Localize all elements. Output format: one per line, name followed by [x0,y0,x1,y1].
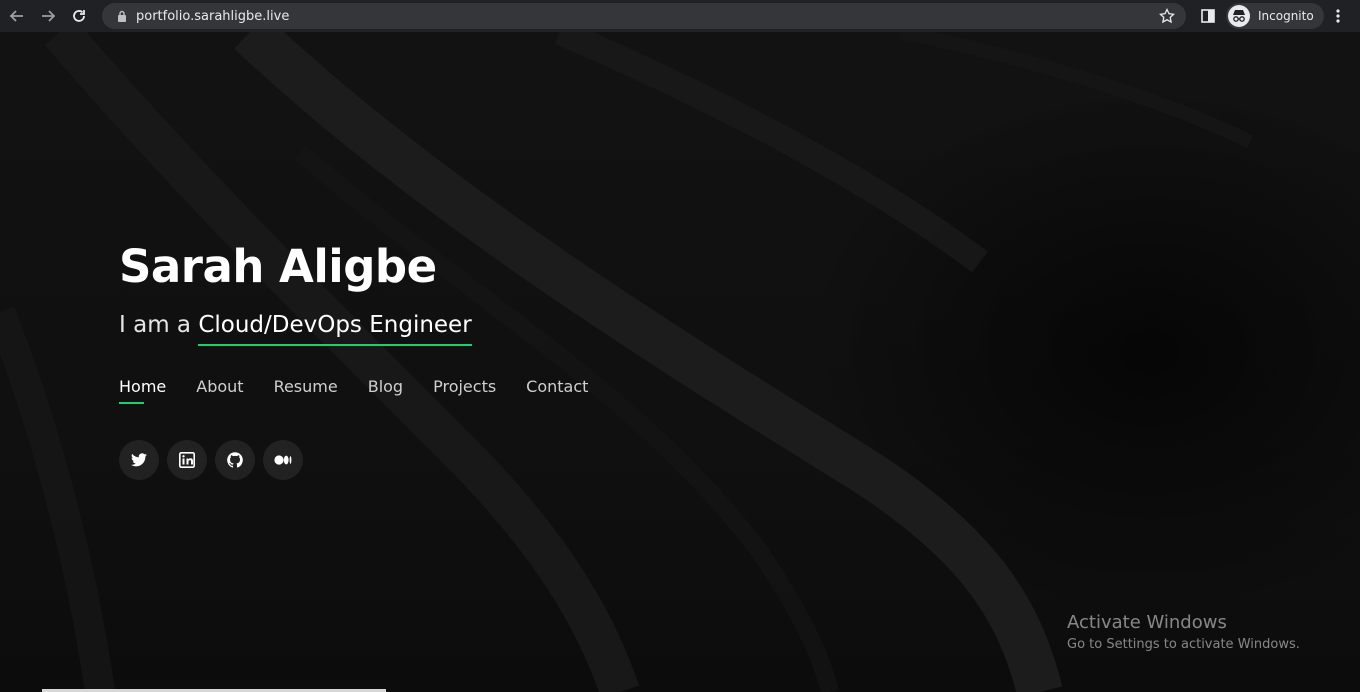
hero-tagline: I am a Cloud/DevOps Engineer [119,312,472,346]
browser-toolbar: portfolio.sarahligbe.live Incognito [0,0,1360,32]
nav-item-about[interactable]: About [196,377,243,404]
nav-item-projects[interactable]: Projects [433,377,496,404]
twitter-icon [131,453,147,467]
linkedin-icon [179,452,195,468]
medium-icon [274,455,292,465]
lock-icon[interactable] [114,8,130,24]
main-navigation: Home About Resume Blog Projects Contact [119,377,618,404]
nav-item-contact[interactable]: Contact [526,377,588,404]
medium-link[interactable] [263,440,303,480]
nav-item-home[interactable]: Home [119,377,166,404]
incognito-indicator[interactable]: Incognito [1226,3,1324,29]
watermark-subtitle: Go to Settings to activate Windows. [1067,637,1300,652]
twitter-link[interactable] [119,440,159,480]
nav-item-resume[interactable]: Resume [274,377,338,404]
github-link[interactable] [215,440,255,480]
menu-icon [1336,9,1340,23]
star-icon[interactable] [1158,7,1176,25]
github-icon [227,452,243,468]
hero-name: Sarah Aligbe [119,240,437,293]
windows-activation-watermark: Activate Windows Go to Settings to activ… [1067,612,1300,652]
tagline-prefix: I am a [119,312,199,338]
watermark-title: Activate Windows [1067,612,1227,633]
side-panel-button[interactable] [1198,6,1218,26]
nav-item-blog[interactable]: Blog [368,377,403,404]
back-button[interactable] [3,2,31,30]
back-icon [9,10,23,22]
social-links [119,440,311,480]
incognito-label: Incognito [1258,9,1314,23]
reload-button[interactable] [65,2,93,30]
browser-menu-button[interactable] [1328,6,1348,26]
incognito-icon [1228,5,1250,27]
side-panel-icon [1201,9,1215,23]
hero-role: Cloud/DevOps Engineer [198,312,472,346]
hero-background-image [0,32,1254,692]
address-bar[interactable]: portfolio.sarahligbe.live [102,3,1186,29]
url-text[interactable]: portfolio.sarahligbe.live [136,9,289,24]
hero-section: Sarah Aligbe I am a Cloud/DevOps Enginee… [0,32,1360,692]
linkedin-link[interactable] [167,440,207,480]
forward-button[interactable] [34,2,62,30]
reload-icon [73,10,85,22]
forward-icon [42,10,56,22]
